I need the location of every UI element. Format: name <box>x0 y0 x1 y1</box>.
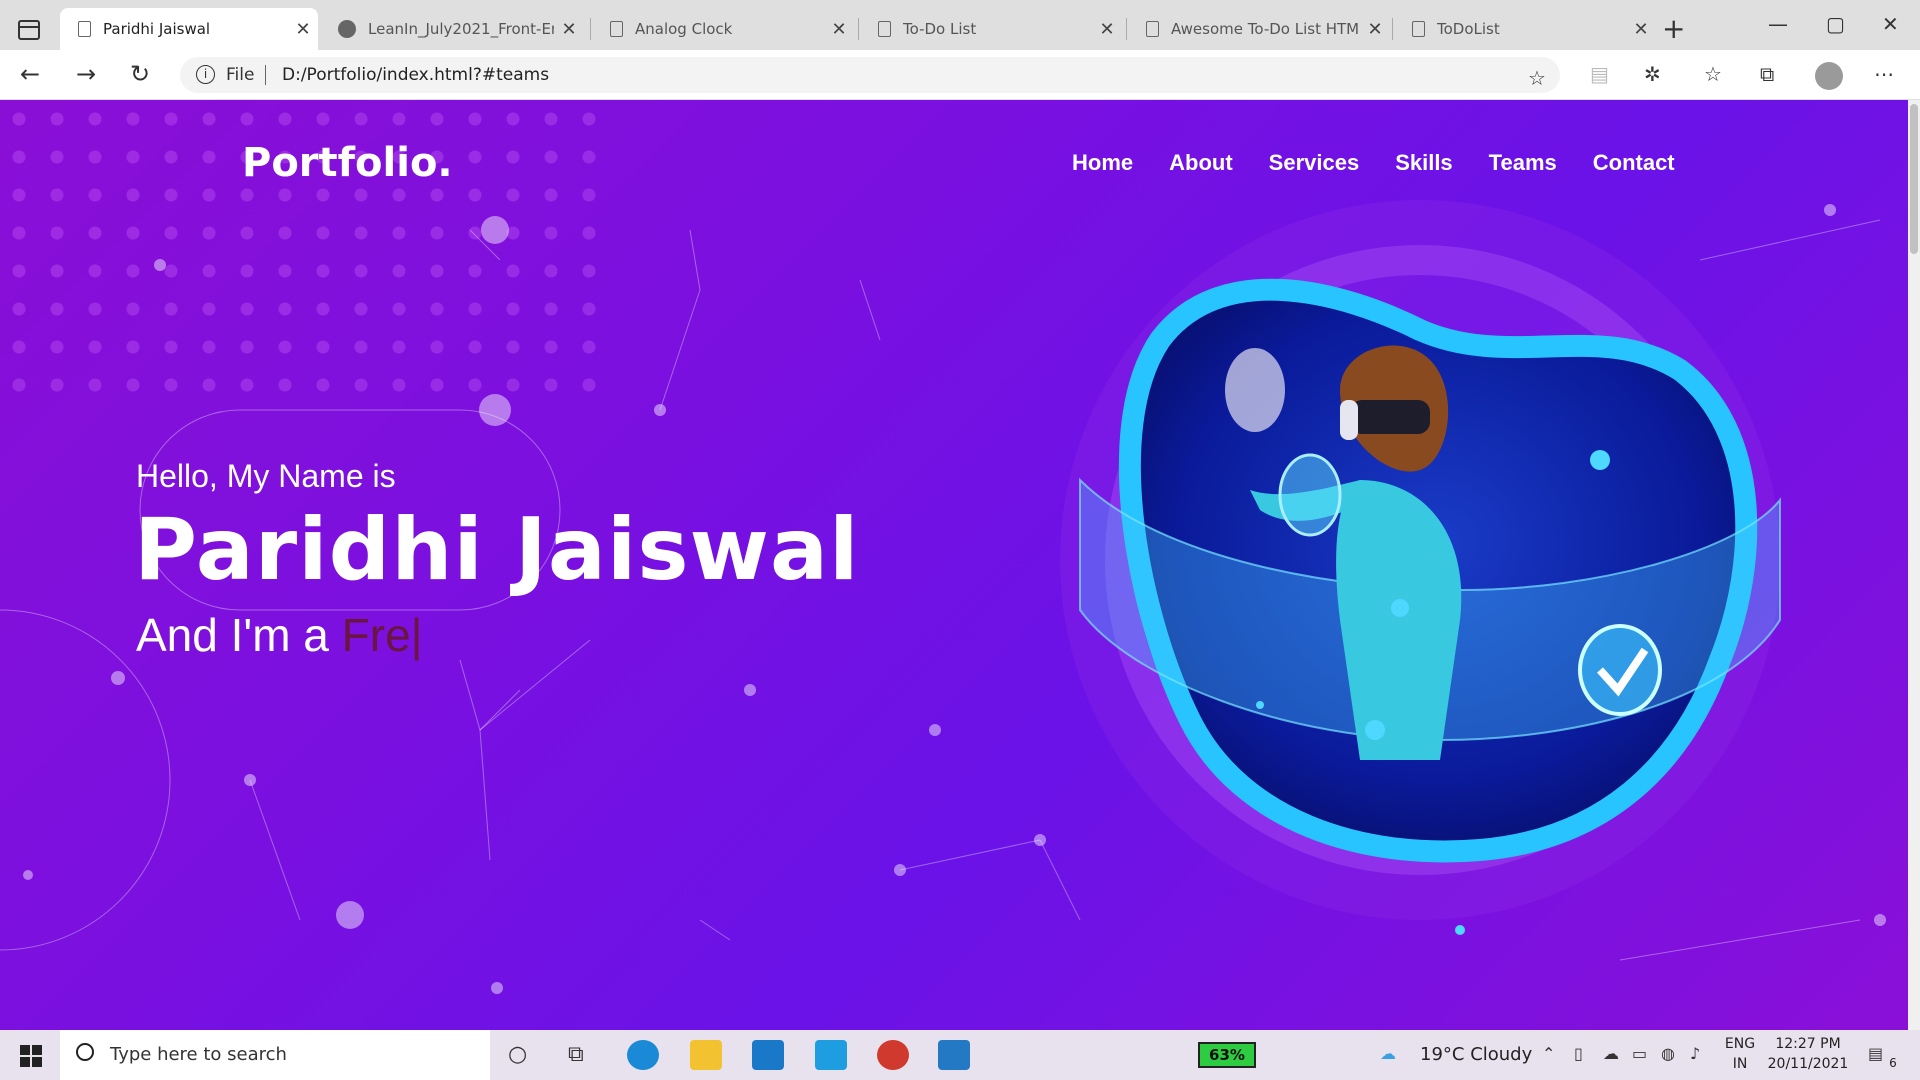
window-close-icon[interactable]: ✕ <box>1882 12 1899 36</box>
tab-label: To-Do List <box>903 20 977 38</box>
close-icon[interactable]: ✕ <box>824 19 854 40</box>
tab-awesome-todo[interactable]: Awesome To-Do List HTML ✕ <box>1128 8 1390 50</box>
tab-separator <box>858 18 859 40</box>
vscode-app-icon[interactable] <box>938 1040 970 1070</box>
doc-icon <box>878 21 891 37</box>
search-placeholder: Type here to search <box>110 1044 287 1065</box>
notification-count: 6 <box>1889 1056 1897 1070</box>
weather-text[interactable]: 19°C Cloudy <box>1420 1044 1532 1065</box>
region-label[interactable]: IN <box>1722 1056 1758 1072</box>
tab-label: Paridhi Jaiswal <box>103 20 211 38</box>
address-bar[interactable]: i File D:/Portfolio/index.html?#teams ☆ <box>180 57 1560 93</box>
hero-greeting: Hello, My Name is <box>136 458 396 494</box>
collections-icon[interactable]: ⧉ <box>1760 62 1774 86</box>
add-favorite-star-icon[interactable]: ☆ <box>1528 66 1546 90</box>
doc-icon <box>1146 21 1159 37</box>
address-toolbar: ← → ↻ i File D:/Portfolio/index.html?#te… <box>0 50 1920 100</box>
tab-separator <box>590 18 591 40</box>
favorites-icon[interactable]: ☆ <box>1704 62 1722 86</box>
hero-name: Paridhi Jaiswal <box>134 500 860 600</box>
url-scheme: File <box>226 65 255 85</box>
tab-label: ToDoList <box>1437 20 1500 38</box>
maximize-icon[interactable]: ▢ <box>1826 12 1845 36</box>
close-icon[interactable]: ✕ <box>1360 19 1390 40</box>
nav-services[interactable]: Services <box>1269 150 1360 176</box>
page-viewport: Portfolio. Home About Services Skills Te… <box>0 100 1908 1030</box>
back-arrow-icon[interactable]: ← <box>20 60 40 88</box>
tab-todolist[interactable]: ToDoList ✕ <box>1394 8 1656 50</box>
language-label[interactable]: ENG <box>1722 1036 1758 1052</box>
close-icon[interactable]: ✕ <box>554 19 584 40</box>
taskbar-search-box[interactable]: Type here to search <box>60 1030 490 1080</box>
typing-cursor: | <box>410 609 423 661</box>
cloud-weather-icon: ☁ <box>1380 1044 1396 1063</box>
battery-indicator[interactable]: 63% <box>1198 1042 1256 1068</box>
new-tab-plus-icon[interactable]: + <box>1662 12 1685 45</box>
tab-label: Awesome To-Do List HTML <box>1171 20 1360 38</box>
l-app-icon[interactable] <box>815 1040 847 1070</box>
info-icon[interactable]: i <box>196 65 215 84</box>
close-icon[interactable]: ✕ <box>1626 19 1656 40</box>
battery-icon[interactable]: ▭ <box>1632 1044 1647 1063</box>
reading-view-icon[interactable]: ▤ <box>1590 62 1609 86</box>
minimize-icon[interactable]: — <box>1768 12 1788 36</box>
close-icon[interactable]: ✕ <box>288 19 318 40</box>
notification-center-icon[interactable]: ▤ <box>1868 1044 1883 1063</box>
tab-label: Analog Clock <box>635 20 733 38</box>
nav-contact[interactable]: Contact <box>1593 150 1675 176</box>
profile-avatar[interactable] <box>1815 62 1843 90</box>
nav-home[interactable]: Home <box>1072 150 1133 176</box>
device-icon[interactable]: ▯ <box>1574 1044 1583 1063</box>
nav-about[interactable]: About <box>1169 150 1233 176</box>
search-icon <box>76 1043 94 1061</box>
close-icon[interactable]: ✕ <box>1092 19 1122 40</box>
chrome-app-icon[interactable] <box>877 1040 909 1070</box>
tab-separator <box>1392 18 1393 40</box>
windows-start-icon[interactable] <box>20 1045 42 1067</box>
browser-tab-bar: Paridhi Jaiswal ✕ LeanIn_July2021_Front-… <box>0 0 1920 50</box>
tab-separator <box>1126 18 1127 40</box>
clock-date[interactable]: 20/11/2021 <box>1766 1056 1850 1072</box>
tab-paridhi-jaiswal[interactable]: Paridhi Jaiswal ✕ <box>60 8 318 50</box>
doc-icon <box>610 21 623 37</box>
tab-github[interactable]: LeanIn_July2021_Front-End ✕ <box>322 8 584 50</box>
file-explorer-icon[interactable] <box>690 1040 722 1070</box>
github-icon <box>338 20 356 38</box>
task-view-icon[interactable]: ⧉ <box>568 1042 584 1067</box>
url-text[interactable]: D:/Portfolio/index.html?#teams <box>282 65 549 85</box>
nav-skills[interactable]: Skills <box>1395 150 1452 176</box>
cortana-icon[interactable]: ○ <box>508 1042 527 1067</box>
site-logo[interactable]: Portfolio. <box>242 140 453 186</box>
refresh-icon[interactable]: ↻ <box>130 60 150 88</box>
volume-icon[interactable]: ♪ <box>1690 1044 1700 1063</box>
page-scrollbar[interactable] <box>1908 100 1920 1030</box>
clock-time[interactable]: 12:27 PM <box>1766 1036 1850 1052</box>
hero-role-line: And I'm a Fre| <box>136 608 423 662</box>
chevron-up-icon[interactable]: ⌃ <box>1542 1044 1555 1063</box>
role-prefix: And I'm a <box>136 609 342 661</box>
forward-arrow-icon[interactable]: → <box>76 60 96 88</box>
hero-vr-illustration <box>1060 200 1781 935</box>
windows-taskbar: Type here to search ○ ⧉ 63% ☁ 19°C Cloud… <box>0 1030 1920 1080</box>
onedrive-icon[interactable]: ☁ <box>1603 1044 1619 1063</box>
network-globe-icon[interactable]: ◍ <box>1661 1044 1675 1063</box>
main-nav: Home About Services Skills Teams Contact <box>1072 150 1675 176</box>
doc-icon <box>1412 21 1425 37</box>
extensions-icon[interactable]: ✲ <box>1644 62 1661 86</box>
more-menu-icon[interactable]: ⋯ <box>1874 62 1894 86</box>
tab-actions-icon[interactable] <box>18 20 40 40</box>
tab-analog-clock[interactable]: Analog Clock ✕ <box>592 8 854 50</box>
doc-icon <box>78 21 91 37</box>
tab-todo-list[interactable]: To-Do List ✕ <box>860 8 1122 50</box>
role-typed-text: Fre <box>341 609 411 661</box>
scrollbar-thumb[interactable] <box>1910 104 1918 254</box>
tab-label: LeanIn_July2021_Front-End <box>368 20 554 38</box>
url-divider <box>265 65 266 85</box>
nav-teams[interactable]: Teams <box>1489 150 1557 176</box>
edge-app-icon[interactable] <box>627 1040 659 1070</box>
mail-app-icon[interactable] <box>752 1040 784 1070</box>
